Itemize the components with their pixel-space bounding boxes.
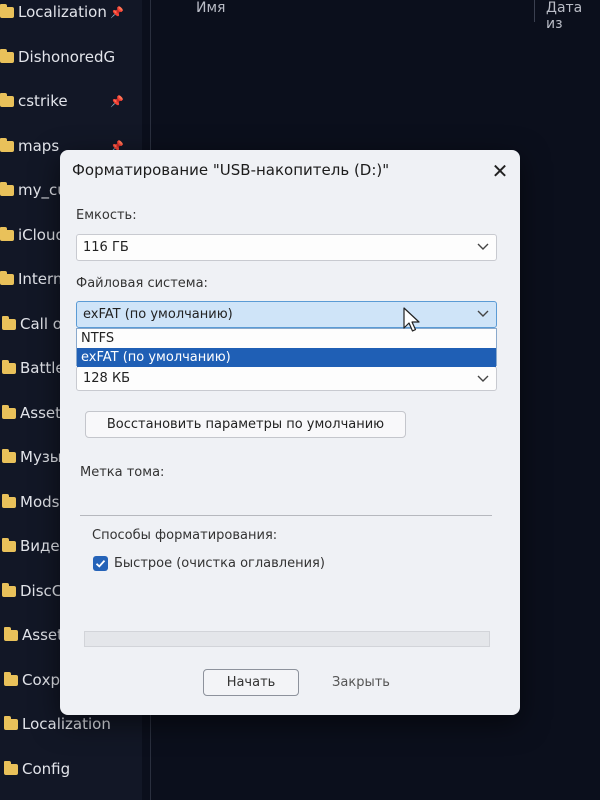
pin-icon[interactable]: 📌: [110, 95, 124, 108]
folder-icon: [0, 226, 14, 241]
folder-icon: [2, 537, 16, 552]
cluster-size-value: 128 КБ: [83, 371, 131, 386]
column-header-date[interactable]: Дата из: [546, 0, 600, 32]
checkmark-icon: [95, 559, 106, 568]
sidebar-item-label: Asset: [22, 626, 64, 644]
sidebar-item[interactable]: DishonoredG: [0, 42, 142, 72]
sidebar-item-label: Config: [22, 760, 71, 778]
folder-icon: [2, 448, 16, 463]
sidebar-item-label: DishonoredG: [18, 48, 116, 66]
quick-format-checkbox[interactable]: [93, 556, 108, 571]
mouse-cursor-icon: [403, 307, 420, 332]
folder-icon: [2, 493, 16, 508]
capacity-value: 116 ГБ: [83, 240, 129, 255]
quick-format-label[interactable]: Быстрое (очистка оглавления): [114, 556, 325, 571]
sidebar-item-label: maps: [18, 137, 60, 155]
restore-defaults-button[interactable]: Восстановить параметры по умолчанию: [85, 411, 406, 438]
chevron-down-icon: [477, 375, 489, 382]
folder-icon: [0, 270, 14, 285]
start-button[interactable]: Начать: [203, 669, 299, 696]
folder-icon: [0, 3, 14, 18]
folder-icon: [2, 404, 16, 419]
sidebar-item-label: Localization: [22, 715, 111, 733]
column-divider: [534, 0, 535, 22]
folder-icon: [4, 715, 18, 730]
sidebar-item[interactable]: cstrike 📌: [0, 86, 142, 116]
sidebar-item-label: iCloud: [18, 226, 66, 244]
chevron-down-icon: [477, 310, 489, 317]
folder-icon: [2, 359, 16, 374]
sidebar-item-label: Asset: [20, 404, 62, 422]
folder-icon: [0, 92, 14, 107]
folder-icon: [2, 582, 16, 597]
sidebar-item-label: Mods: [20, 493, 60, 511]
column-header-name[interactable]: Имя: [196, 0, 225, 16]
folder-icon: [4, 626, 18, 641]
file-system-dropdown: NTFS exFAT (по умолчанию): [76, 328, 497, 367]
sidebar-item-label: cstrike: [18, 92, 68, 110]
pin-icon[interactable]: 📌: [110, 6, 124, 19]
chevron-down-icon: [477, 243, 489, 250]
folder-icon: [0, 181, 14, 196]
format-progress-bar: [84, 631, 490, 647]
volume-label-caption: Метка тома:: [80, 465, 165, 480]
sidebar-item[interactable]: Config: [0, 754, 142, 784]
close-icon[interactable]: ✕: [488, 159, 512, 183]
capacity-select[interactable]: 116 ГБ: [76, 234, 497, 261]
sidebar-item[interactable]: Localization 📌: [0, 0, 142, 27]
cluster-size-select[interactable]: 128 КБ: [76, 366, 497, 391]
format-options-label: Способы форматирования:: [92, 528, 278, 543]
dropdown-option-ntfs[interactable]: NTFS: [77, 329, 496, 348]
file-system-value: exFAT (по умолчанию): [83, 307, 233, 322]
dropdown-option-exfat[interactable]: exFAT (по умолчанию): [77, 348, 496, 367]
folder-icon: [4, 760, 18, 775]
file-system-label: Файловая система:: [76, 276, 208, 291]
dialog-title: Форматирование "USB-накопитель (D:)": [72, 161, 390, 179]
folder-icon: [0, 137, 14, 152]
file-system-select[interactable]: exFAT (по умолчанию): [76, 301, 497, 328]
format-dialog: Форматирование "USB-накопитель (D:)" ✕ Е…: [60, 150, 520, 715]
sidebar-item-label: Localization: [18, 3, 107, 21]
volume-label-input[interactable]: [80, 490, 492, 516]
capacity-label: Емкость:: [76, 208, 137, 223]
folder-icon: [0, 48, 14, 63]
folder-icon: [2, 315, 16, 330]
folder-icon: [4, 671, 18, 686]
close-button[interactable]: Закрыть: [313, 669, 409, 696]
